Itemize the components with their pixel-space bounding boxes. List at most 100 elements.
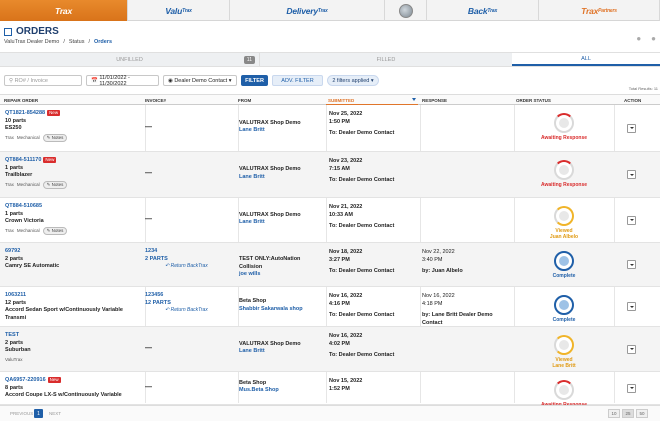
from-person-link[interactable]: Lane Britt: [239, 174, 325, 182]
tab-deliverytrax-label: Delivery: [286, 5, 318, 16]
chevron-down-icon: [629, 263, 634, 266]
invoice-parts-link[interactable]: 2 PARTS: [145, 256, 235, 264]
page-size-option[interactable]: 50: [636, 409, 648, 418]
invoice-cell: —: [145, 170, 235, 179]
col-invoice[interactable]: INVOICE#: [145, 98, 166, 103]
pager-next[interactable]: NEXT: [49, 411, 61, 416]
submitted-cell: Nov 21, 2022 10:33 AM To: Dealer Demo Cont…: [329, 204, 419, 231]
notes-button[interactable]: ✎ Notes: [42, 133, 68, 142]
parts-count: 2 parts: [5, 339, 24, 346]
row-action-button[interactable]: [627, 260, 636, 269]
invoice-empty: —: [145, 344, 152, 352]
return-backtrax-link[interactable]: ↶ Return BackTrax: [165, 307, 235, 315]
row-action-button[interactable]: [627, 344, 636, 354]
breadcrumb-status[interactable]: Status: [69, 39, 85, 45]
invoice-cell: —: [145, 345, 235, 354]
from-person-link[interactable]: Lane Britt: [239, 219, 325, 227]
tab-filled-label: FILLED: [376, 56, 396, 63]
filters-applied-chip[interactable]: 2 filters applied ▾: [327, 75, 379, 86]
page-size-options: 10 25 50: [608, 409, 648, 418]
tab-trax[interactable]: Trax: [0, 0, 128, 21]
return-backtrax-link[interactable]: ↶ Return BackTrax: [165, 263, 235, 271]
adv-filter-button[interactable]: ADV. FILTER: [272, 75, 323, 86]
date-range-picker[interactable]: 📅 11/01/2022 - 11/30/2022: [86, 75, 159, 87]
from-person-link[interactable]: Lane Britt: [239, 348, 325, 356]
row-action-button[interactable]: [627, 383, 636, 393]
pager-prev[interactable]: PREVIOUS: [10, 411, 33, 416]
status-dial-icon: [554, 113, 574, 133]
invoice-cell: —: [145, 124, 235, 133]
tab-filled[interactable]: FILLED: [260, 53, 512, 66]
chevron-down-icon: [629, 387, 634, 389]
total-results: Total Results: 11: [628, 86, 658, 91]
row-action-button[interactable]: [627, 170, 636, 179]
submitted-cell: Nov 16, 2022 4:02 PM To: Dealer Demo Conta…: [329, 333, 419, 360]
from-person-link[interactable]: Mus.Beta Shop: [239, 387, 325, 395]
from-cell: Beta Shop Mus.Beta Shop: [239, 380, 325, 395]
bell-icon[interactable]: ●: [636, 34, 641, 43]
tab-backtrax[interactable]: Back Trax: [427, 0, 539, 21]
submitted-time: 4:16 PM: [329, 300, 350, 307]
col-response[interactable]: RESPONSE: [422, 98, 447, 103]
filter-bar: ⚲ RO# / Invoice 📅 11/01/2022 - 11/30/202…: [4, 75, 379, 87]
repair-order-link[interactable]: QA6957-220916: [5, 377, 46, 383]
page-size-option[interactable]: 25: [622, 409, 634, 418]
row-action-button[interactable]: [627, 302, 636, 311]
order-status-cell: Viewed Lane Britt: [514, 335, 614, 369]
from-person-link[interactable]: Shabbir Sakarwala shop: [239, 306, 325, 314]
tab-traxpartners[interactable]: Trax Partners: [539, 0, 660, 21]
tab-valutrax[interactable]: Valu Trax: [128, 0, 230, 21]
parts-count: 1 parts: [5, 164, 24, 171]
tab-globe[interactable]: [385, 0, 427, 21]
col-from[interactable]: FROM: [238, 98, 251, 103]
repair-order-link[interactable]: QT884-510685: [5, 203, 42, 209]
page-size-option[interactable]: 10: [608, 409, 620, 418]
repair-order-link[interactable]: QT1821-854288: [5, 110, 45, 116]
col-repair-order[interactable]: REPAIR ORDER: [4, 98, 38, 103]
status-dial-inner: [559, 118, 569, 128]
status-label: Complete: [552, 317, 576, 323]
tab-traxpartners-label: Trax: [581, 5, 599, 16]
submitted-to: To: Dealer Demo Contact: [329, 130, 395, 137]
from-person-link[interactable]: joe wills: [239, 271, 325, 279]
status-by: Juan Albelo: [549, 234, 579, 240]
repair-order-link[interactable]: QT884-511170: [5, 157, 41, 163]
invoice-cell: —: [145, 216, 235, 225]
invoice-link[interactable]: 123456: [145, 292, 235, 300]
invoice-parts-link[interactable]: 12 PARTS: [145, 300, 235, 308]
repair-order-cell: 69792 2 parts Camry SE Automatic: [5, 248, 141, 271]
breadcrumb-dealer[interactable]: ValuTrax Dealer Demo: [4, 39, 59, 45]
repair-order-link[interactable]: TEST: [5, 332, 19, 338]
col-order-status[interactable]: ORDER STATUS: [516, 98, 551, 103]
row-action-button[interactable]: [627, 123, 636, 133]
col-submitted[interactable]: SUBMITTED: [328, 98, 354, 103]
notes-button[interactable]: ✎ Notes: [42, 180, 68, 189]
repair-order-link[interactable]: 69792: [5, 248, 20, 254]
submitted-time: 7:15 AM: [329, 165, 350, 172]
tab-all[interactable]: ALL: [512, 53, 660, 66]
pager-page[interactable]: 1: [34, 409, 43, 418]
notes-button[interactable]: ✎ Notes: [42, 226, 68, 235]
tab-unfilled[interactable]: UNFILLED 11: [0, 53, 260, 66]
from-person-link[interactable]: Lane Britt: [239, 127, 325, 135]
response-cell: Nov 16, 2022 4:18 PM by: Lane Britt Dealer…: [422, 293, 512, 327]
response-by: by: Lane Britt Dealer Demo Contact: [422, 312, 493, 326]
invoice-link[interactable]: 1234: [145, 248, 235, 256]
chevron-down-icon: [629, 127, 634, 129]
search-input[interactable]: ⚲ RO# / Invoice: [4, 75, 82, 86]
repair-order-link[interactable]: 1063211: [5, 292, 26, 298]
status-dial-icon: [554, 335, 574, 355]
response-time: 3:40 PM: [422, 256, 443, 263]
submitted-cell: Nov 16, 2022 4:16 PM To: Dealer Demo Conta…: [329, 293, 419, 320]
tab-deliverytrax[interactable]: Delivery Trax: [230, 0, 385, 21]
submitted-date: Nov 23, 2022: [329, 158, 363, 164]
user-icon[interactable]: ●: [651, 34, 656, 43]
status-dial-inner: [559, 256, 569, 266]
vehicle-name: Accord Sedan Sport w/Continuously Variab…: [5, 307, 123, 321]
contact-select[interactable]: ◉ Dealer Demo Contact ▾: [163, 75, 237, 86]
filter-button[interactable]: FILTER: [241, 75, 268, 86]
row-action-button[interactable]: [627, 215, 636, 225]
filters-applied-label: 2 filters applied: [332, 77, 370, 84]
response-cell: Nov 22, 2022 3:40 PM by: Juan Albelo: [422, 249, 512, 276]
product-tabs: Trax Valu Trax Delivery Trax Back Trax Trax…: [0, 0, 660, 21]
